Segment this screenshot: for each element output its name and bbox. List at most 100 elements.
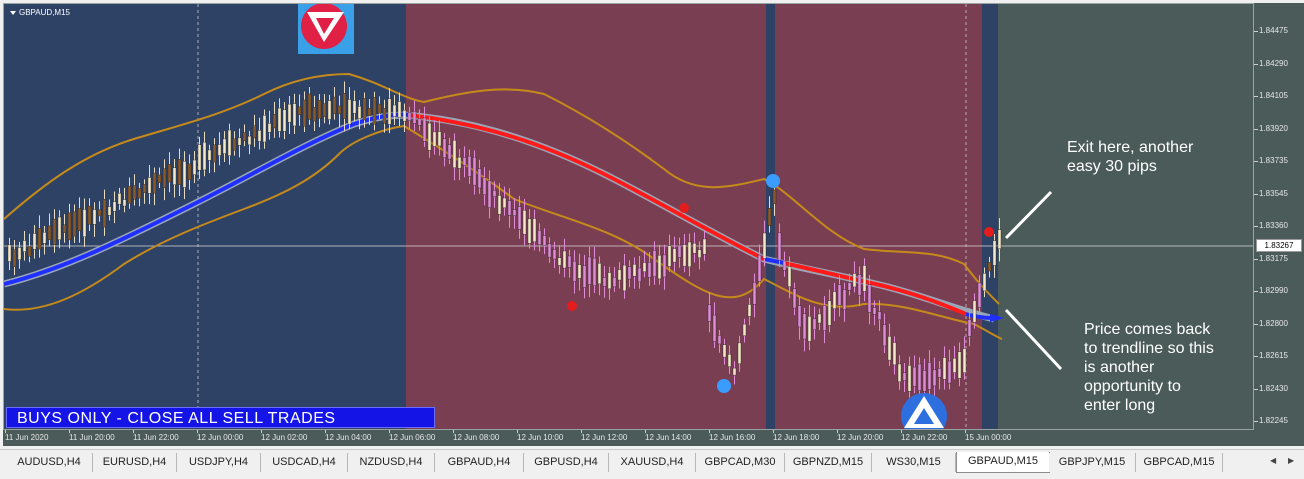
chart-tab[interactable]: GBPUSD,H4 xyxy=(524,453,609,472)
candle-body xyxy=(717,335,722,345)
buy-zone xyxy=(982,4,998,429)
candle-body xyxy=(657,255,662,280)
annotation-line: enter long xyxy=(1084,397,1156,414)
annotation-line: is another xyxy=(1084,359,1155,376)
candle-body xyxy=(487,180,492,208)
candle-body xyxy=(607,272,612,290)
chart-tab[interactable]: EURUSD,H4 xyxy=(93,453,177,472)
candle-body xyxy=(47,225,52,240)
candle-body xyxy=(817,313,822,324)
chart-tab[interactable]: GBPJPY,M15 xyxy=(1049,453,1136,472)
candle-body xyxy=(632,264,637,277)
candle-body xyxy=(637,267,642,283)
candle-body xyxy=(562,250,567,269)
tab-scroll-left-icon[interactable]: ◀ xyxy=(1270,456,1276,465)
candle-body xyxy=(577,264,582,279)
time-label: 12 Jun 10:00 xyxy=(517,433,564,442)
chart-tab[interactable]: GBPNZD,M15 xyxy=(785,453,872,472)
chart-tab[interactable]: USDJPY,H4 xyxy=(177,453,261,472)
candle-body xyxy=(957,351,962,379)
candle-body xyxy=(482,177,487,195)
price-tick xyxy=(1254,96,1258,97)
candle-body xyxy=(212,144,217,163)
candle-body xyxy=(797,305,802,328)
candle-body xyxy=(902,372,907,381)
candle-body xyxy=(647,262,652,278)
candle-body xyxy=(702,238,707,255)
chart-tab[interactable]: WS30,M15 xyxy=(872,453,956,472)
price-label: 1.83735 xyxy=(1259,156,1288,165)
candle-body xyxy=(52,218,57,245)
chart-tab[interactable]: GBPAUD,H4 xyxy=(435,453,524,472)
chart-area[interactable]: GBPAUD,M15 BUYS ONLY - CLOSE ALL SELL TR… xyxy=(3,3,1254,430)
chart-tab[interactable]: XAUUSD,H4 xyxy=(609,453,696,472)
candle-body xyxy=(837,284,842,306)
time-label: 12 Jun 06:00 xyxy=(389,433,436,442)
candle-body xyxy=(392,104,397,117)
time-label: 11 Jun 2020 xyxy=(5,433,49,442)
dropdown-arrow-icon[interactable] xyxy=(10,10,16,15)
candle-body xyxy=(242,132,247,142)
price-tick xyxy=(1254,388,1258,390)
candle-body xyxy=(32,233,37,250)
price-chart[interactable] xyxy=(4,4,1254,430)
candle-body xyxy=(962,348,967,374)
annotation-line: Exit here, another xyxy=(1067,139,1194,156)
candle-body xyxy=(907,365,912,392)
candle-body xyxy=(352,100,357,114)
candle-body xyxy=(862,265,867,292)
candle-body xyxy=(107,206,112,216)
candle-body xyxy=(927,362,932,390)
candle-body xyxy=(542,235,547,246)
candle-body xyxy=(937,368,942,378)
candle-body xyxy=(842,289,847,310)
candle-body xyxy=(272,114,277,129)
candle-body xyxy=(847,282,852,291)
chart-tab[interactable]: AUDUSD,H4 xyxy=(6,453,93,472)
price-label: 1.84475 xyxy=(1259,26,1288,35)
chart-tab[interactable]: GBPCAD,M30 xyxy=(696,453,785,472)
candle-body xyxy=(952,357,957,373)
candle-body xyxy=(782,260,787,271)
price-label: 1.84105 xyxy=(1259,91,1288,100)
candle-body xyxy=(12,249,17,268)
candle-body xyxy=(687,241,692,268)
price-label: 1.83360 xyxy=(1259,221,1288,230)
candle-body xyxy=(337,105,342,115)
price-label: 1.82245 xyxy=(1259,416,1288,425)
candle-body xyxy=(852,273,857,288)
candle-body xyxy=(147,177,152,194)
time-label: 12 Jun 02:00 xyxy=(261,433,308,442)
candle-body xyxy=(662,254,667,278)
candle-body xyxy=(722,344,727,358)
candle-body xyxy=(267,123,272,133)
tab-scroll-right-icon[interactable]: ▶ xyxy=(1288,456,1294,465)
candle-body xyxy=(617,269,622,281)
candle-body xyxy=(127,186,132,204)
candle-body xyxy=(62,224,67,233)
time-axis[interactable]: 11 Jun 2020 11 Jun 20:00 11 Jun 22:00 12 Ju… xyxy=(3,430,1304,446)
candle-body xyxy=(327,100,332,120)
symbol-title[interactable]: GBPAUD,M15 xyxy=(10,8,70,17)
chart-tab[interactable]: GBPCAD,M15 xyxy=(1136,453,1223,472)
chart-tab[interactable]: NZDUSD,H4 xyxy=(348,453,435,472)
candle-body xyxy=(87,205,92,225)
candle-body xyxy=(207,149,212,161)
candle-body xyxy=(977,282,982,308)
candle-body xyxy=(42,232,47,244)
candle-body xyxy=(747,304,752,317)
chart-tab[interactable]: GBPAUD,M15 xyxy=(956,452,1050,473)
chart-tab[interactable]: USDCAD,H4 xyxy=(261,453,348,472)
candle-body xyxy=(942,357,947,380)
candle-body xyxy=(812,318,817,330)
candle-body xyxy=(877,311,882,321)
time-label: 11 Jun 22:00 xyxy=(133,433,179,442)
price-scale[interactable]: 1.84475 1.84290 1.84105 1.83920 1.83735 1.835… xyxy=(1254,3,1304,430)
candle-body xyxy=(427,122,432,151)
candle-body xyxy=(757,254,762,282)
candle-body xyxy=(402,109,407,122)
candle-body xyxy=(287,103,292,123)
candle-body xyxy=(982,273,987,292)
candle-body xyxy=(142,184,147,194)
candle-body xyxy=(572,260,577,282)
